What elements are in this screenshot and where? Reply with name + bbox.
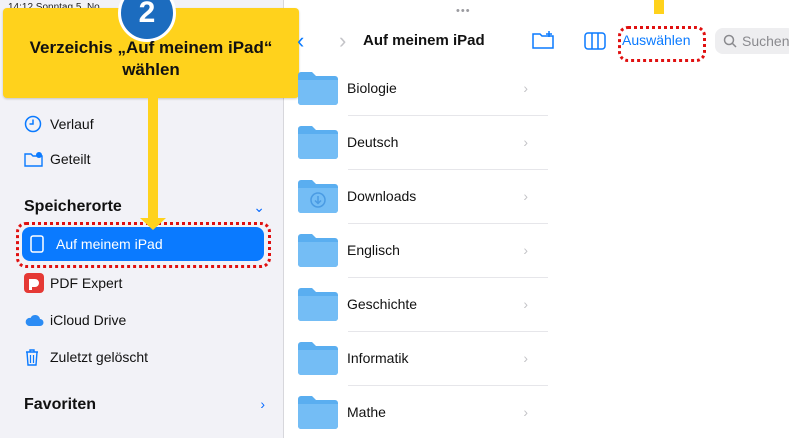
chevron-right-icon: ›	[523, 80, 528, 96]
sidebar-item-label: Verlauf	[50, 116, 94, 132]
highlight-frame	[618, 26, 706, 62]
chevron-right-icon: ›	[523, 350, 528, 366]
file-name: Mathe	[347, 404, 386, 420]
new-folder-icon[interactable]	[532, 30, 556, 55]
chevron-right-icon: ›	[523, 404, 528, 420]
file-name: Biologie	[347, 80, 397, 96]
sidebar-item-pdf-expert[interactable]: PDF Expert	[24, 268, 122, 298]
file-name: Geschichte	[347, 296, 418, 312]
section-title-locations: Speicherorte	[24, 198, 122, 215]
sidebar-item-label: Geteilt	[50, 151, 91, 167]
forward-icon[interactable]: ›	[339, 28, 346, 54]
file-name: Informatik	[347, 350, 409, 366]
search-field[interactable]: Suchen	[715, 28, 789, 54]
file-name: Downloads	[347, 188, 417, 204]
shared-folder-icon	[24, 151, 50, 167]
file-row[interactable]: Deutsch ›	[298, 115, 538, 169]
pdf-expert-icon	[24, 273, 50, 293]
back-icon[interactable]: ‹	[297, 28, 304, 54]
folder-icon	[298, 341, 338, 375]
section-title-favorites: Favoriten	[24, 396, 97, 413]
chevron-right-icon: ›	[523, 242, 528, 258]
file-name: Deutsch	[347, 134, 399, 150]
folder-icon	[298, 287, 338, 321]
clock-icon	[24, 115, 50, 133]
page-title: Auf meinem iPad	[363, 32, 485, 49]
chevron-down-icon[interactable]: ⌄	[253, 199, 265, 216]
sidebar-item-label: Zuletzt gelöscht	[50, 349, 149, 365]
chevron-right-icon: ›	[523, 134, 528, 150]
file-row[interactable]: Geschichte ›	[298, 277, 538, 331]
downloads-folder-icon	[298, 179, 338, 213]
trash-icon	[24, 348, 50, 366]
sidebar-item-icloud[interactable]: iCloud Drive	[24, 305, 126, 335]
step-badge: 2	[118, 0, 176, 42]
chevron-right-icon: ›	[523, 188, 528, 204]
file-row[interactable]: Informatik ›	[298, 331, 538, 385]
file-row[interactable]: Englisch ›	[298, 223, 538, 277]
folder-icon	[298, 71, 338, 105]
file-row[interactable]: Biologie ›	[298, 61, 538, 115]
file-name: Englisch	[347, 242, 400, 258]
folder-icon	[298, 395, 338, 429]
instruction-callout: 2 Verzeichis „Auf meinem iPad“ wählen	[3, 0, 299, 98]
file-row[interactable]: Mathe ›	[298, 385, 538, 439]
icloud-icon	[24, 313, 50, 327]
file-row[interactable]: Downloads ›	[298, 169, 538, 223]
view-columns-icon[interactable]	[584, 32, 606, 55]
chevron-right-icon[interactable]: ›	[260, 396, 265, 412]
more-dots-icon[interactable]: •••	[456, 5, 471, 17]
sidebar-item-label: PDF Expert	[50, 275, 123, 291]
callout-line-1: Verzeichis „Auf meinem iPad“	[29, 38, 273, 57]
folder-icon	[298, 125, 338, 159]
callout-pointer	[148, 96, 158, 226]
search-icon	[723, 34, 737, 48]
sidebar-item-deleted[interactable]: Zuletzt gelöscht	[24, 342, 148, 372]
chevron-right-icon: ›	[523, 296, 528, 312]
sidebar-item-label: iCloud Drive	[50, 312, 127, 328]
callout-line-2: wählen	[122, 60, 180, 79]
sidebar-item-verlauf[interactable]: Verlauf	[24, 109, 94, 139]
sidebar-item-geteilt[interactable]: Geteilt	[24, 144, 90, 174]
callout-pointer-tip	[140, 218, 166, 230]
callout-pointer-top	[654, 0, 664, 14]
folder-icon	[298, 233, 338, 267]
search-placeholder: Suchen	[742, 33, 789, 49]
